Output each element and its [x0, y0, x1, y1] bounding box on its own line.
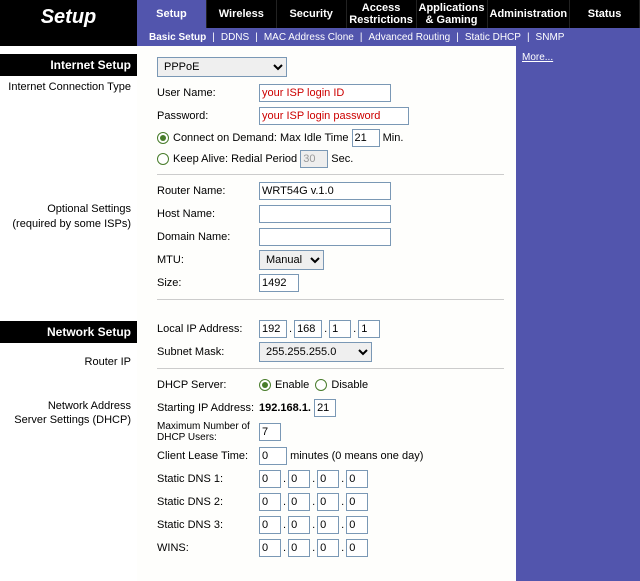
router-name-input[interactable]	[259, 182, 391, 200]
dns3-d[interactable]	[346, 516, 368, 534]
dns2-a[interactable]	[259, 493, 281, 511]
size-label: Size:	[157, 277, 259, 289]
password-label: Password:	[157, 110, 259, 122]
section-internet-setup: Internet Setup	[0, 54, 137, 76]
ip-oct3[interactable]	[329, 320, 351, 338]
lease-label: Client Lease Time:	[157, 450, 259, 462]
max-users-input[interactable]	[259, 423, 281, 441]
label-router-ip: Router IP	[0, 343, 137, 373]
subnav-mac[interactable]: MAC Address Clone	[264, 32, 354, 43]
dns1-d[interactable]	[346, 470, 368, 488]
enable-text: Enable	[275, 379, 309, 391]
subnav-snmp[interactable]: SNMP	[536, 32, 565, 43]
dns2-b[interactable]	[288, 493, 310, 511]
username-input[interactable]	[259, 84, 391, 102]
sep: |	[255, 32, 258, 43]
max-users-label: Maximum Number of DHCP Users:	[157, 421, 259, 443]
keep-alive-radio[interactable]	[157, 153, 169, 165]
ka-unit: Sec.	[331, 153, 353, 165]
sep: |	[212, 32, 215, 43]
sep: |	[456, 32, 459, 43]
wan-type-select[interactable]: PPPoE	[157, 57, 287, 77]
tab-wireless[interactable]: Wireless	[207, 0, 277, 28]
domain-name-input[interactable]	[259, 228, 391, 246]
ip-oct4[interactable]	[358, 320, 380, 338]
subnav-ddns[interactable]: DDNS	[221, 32, 249, 43]
local-ip-label: Local IP Address:	[157, 323, 259, 335]
dns1-c[interactable]	[317, 470, 339, 488]
lease-input[interactable]	[259, 447, 287, 465]
dns3-label: Static DNS 3:	[157, 519, 259, 531]
section-network-setup: Network Setup	[0, 321, 137, 343]
lease-unit: minutes (0 means one day)	[290, 450, 423, 462]
idle-time-input[interactable]	[352, 129, 380, 147]
sep: |	[527, 32, 530, 43]
label-optional: Optional Settings (required by some ISPs…	[0, 198, 137, 235]
tab-security[interactable]: Security	[277, 0, 347, 28]
host-name-label: Host Name:	[157, 208, 259, 220]
tab-status[interactable]: Status	[570, 0, 640, 28]
app-title: Setup	[0, 0, 137, 46]
ip-oct1[interactable]	[259, 320, 287, 338]
connect-on-demand-radio[interactable]	[157, 132, 169, 144]
sep: |	[360, 32, 363, 43]
password-input[interactable]	[259, 107, 409, 125]
dns3-b[interactable]	[288, 516, 310, 534]
wins-a[interactable]	[259, 539, 281, 557]
redial-period-input[interactable]	[300, 150, 328, 168]
wins-b[interactable]	[288, 539, 310, 557]
tab-access[interactable]: Access Restrictions	[347, 0, 417, 28]
dns1-a[interactable]	[259, 470, 281, 488]
wins-label: WINS:	[157, 542, 259, 554]
dhcp-disable-radio[interactable]	[315, 379, 327, 391]
tab-apps[interactable]: Applications & Gaming	[417, 0, 488, 28]
dns1-label: Static DNS 1:	[157, 473, 259, 485]
mtu-select[interactable]: Manual	[259, 250, 324, 270]
wins-d[interactable]	[346, 539, 368, 557]
start-ip-prefix: 192.168.1.	[259, 402, 311, 414]
dns2-d[interactable]	[346, 493, 368, 511]
username-label: User Name:	[157, 87, 259, 99]
cod-unit: Min.	[383, 132, 404, 144]
dhcp-enable-radio[interactable]	[259, 379, 271, 391]
subnav-sdhcp[interactable]: Static DHCP	[465, 32, 521, 43]
mtu-label: MTU:	[157, 254, 259, 266]
start-ip-label: Starting IP Address:	[157, 402, 259, 414]
router-name-label: Router Name:	[157, 185, 259, 197]
dns3-c[interactable]	[317, 516, 339, 534]
tab-admin[interactable]: Administration	[488, 0, 571, 28]
more-link[interactable]: More...	[522, 52, 553, 63]
ka-label: Keep Alive: Redial Period	[173, 153, 297, 165]
start-ip-input[interactable]	[314, 399, 336, 417]
mtu-size-input[interactable]	[259, 274, 299, 292]
label-conn-type: Internet Connection Type	[0, 76, 137, 98]
subnav-adv[interactable]: Advanced Routing	[368, 32, 450, 43]
dns1-b[interactable]	[288, 470, 310, 488]
dns3-a[interactable]	[259, 516, 281, 534]
label-dhcp: Network Address Server Settings (DHCP)	[0, 395, 137, 432]
domain-name-label: Domain Name:	[157, 231, 259, 243]
subnav-basic[interactable]: Basic Setup	[149, 32, 206, 43]
cod-label: Connect on Demand: Max Idle Time	[173, 132, 348, 144]
ip-oct2[interactable]	[294, 320, 322, 338]
dns2-c[interactable]	[317, 493, 339, 511]
subnet-select[interactable]: 255.255.255.0	[259, 342, 372, 362]
dhcp-server-label: DHCP Server:	[157, 379, 259, 391]
subnet-label: Subnet Mask:	[157, 346, 259, 358]
tab-setup[interactable]: Setup	[137, 0, 207, 28]
dns2-label: Static DNS 2:	[157, 496, 259, 508]
wins-c[interactable]	[317, 539, 339, 557]
host-name-input[interactable]	[259, 205, 391, 223]
disable-text: Disable	[331, 379, 368, 391]
